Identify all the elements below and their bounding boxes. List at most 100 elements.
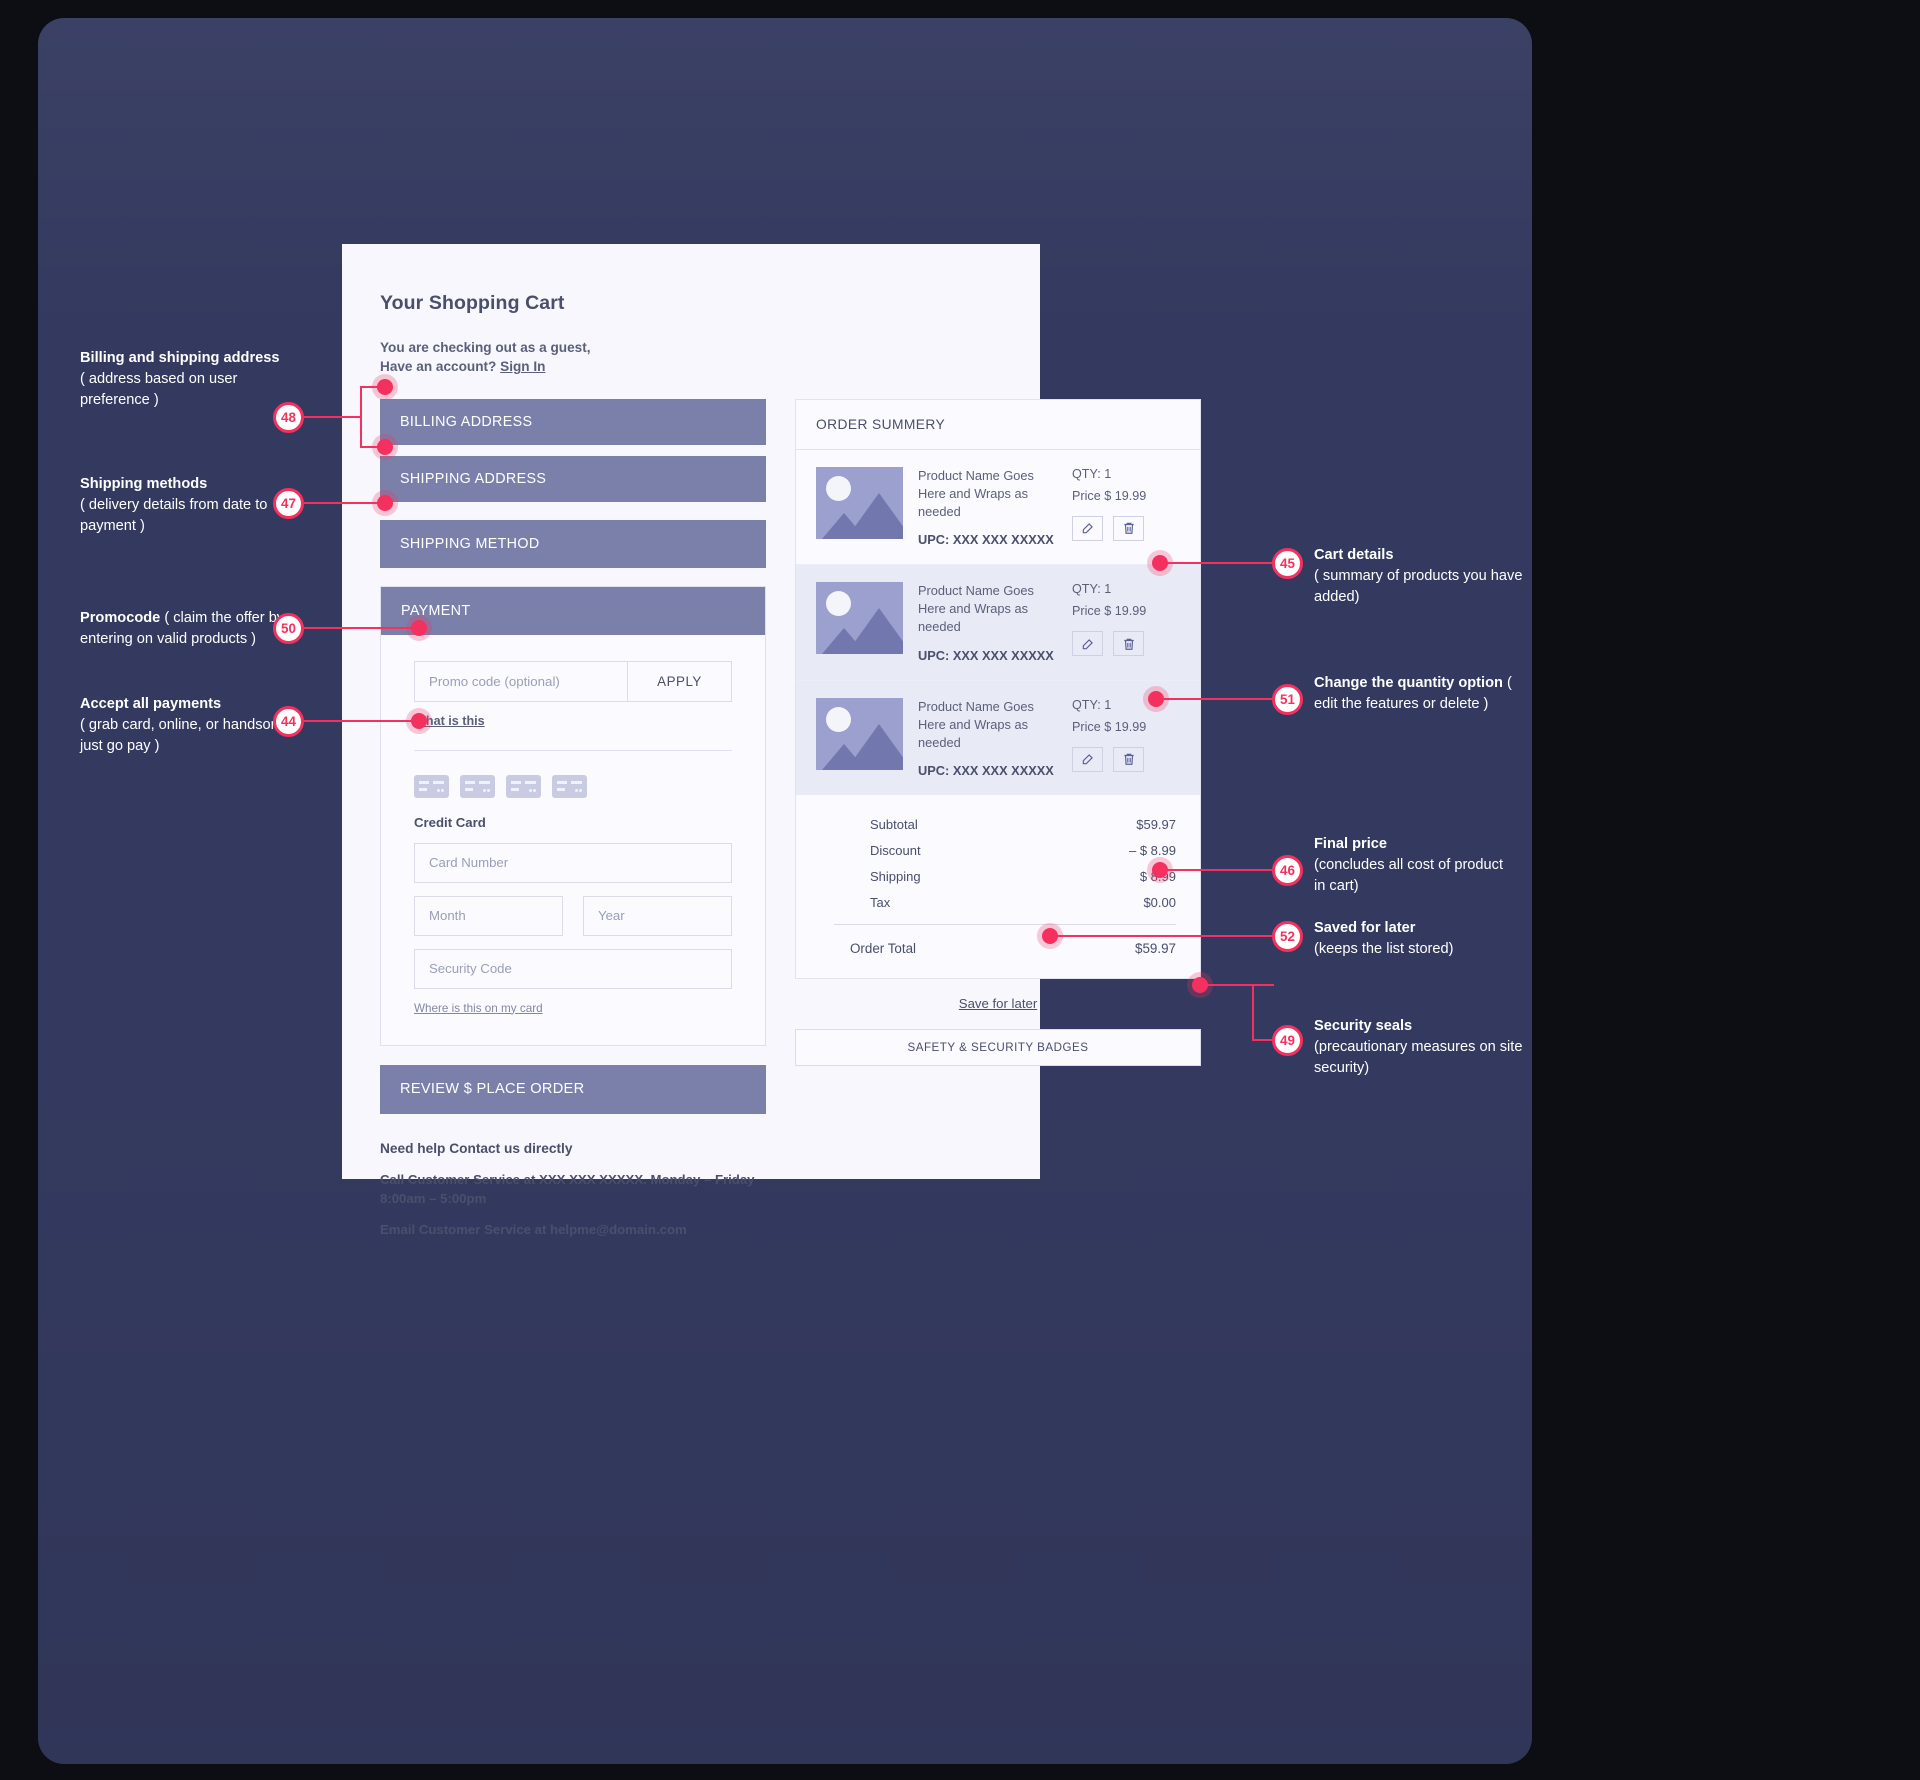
total-value: $ 8.99 [1139,869,1176,884]
leader-line [1160,562,1274,564]
delete-product-button[interactable] [1113,746,1144,772]
divider [834,924,1176,925]
annotation-title: Security seals [1314,1018,1413,1034]
annotation-body: ( summary of products you have added) [1314,568,1523,606]
total-value: $0.00 [1143,895,1176,910]
total-value: $59.97 [1136,817,1176,832]
annotation-badge-51: 51 [1272,684,1303,715]
mountain-icon [846,608,903,655]
page-title: Your Shopping Cart [380,292,565,314]
leader-line [1252,984,1254,1041]
leader-line [1160,869,1274,871]
total-label: Shipping [870,869,921,884]
order-summary-column: ORDER SUMMERY Product Name Goes Here and… [795,398,1201,1239]
delete-product-button[interactable] [1113,631,1144,657]
promo-code-row: APPLY [414,660,732,702]
edit-product-button[interactable] [1072,746,1103,772]
delete-product-button[interactable] [1113,515,1144,541]
annotation-47-text: Shipping methods ( delivery details from … [80,474,295,537]
table-row: Product Name Goes Here and Wraps as need… [796,565,1200,681]
total-value: – $ 8.99 [1129,843,1176,858]
annotation-body: ( delivery details from date to payment … [80,497,268,535]
trash-delete-icon [1123,522,1134,534]
product-image-placeholder [816,697,903,770]
total-label: Tax [870,895,891,910]
promo-code-input[interactable] [414,660,628,702]
annotation-badge-50: 50 [273,613,304,644]
card-number-input[interactable] [414,842,732,883]
trash-delete-icon [1123,638,1134,650]
annotation-badge-46: 46 [1272,855,1303,886]
guest-note-prefix: Have an account? [380,359,501,375]
total-label: Discount [870,843,921,858]
mountain-icon [846,492,903,539]
product-name: Product Name Goes Here and Wraps as need… [918,467,1034,519]
credit-card-brand-icon [506,774,541,798]
annotation-title: Shipping methods [80,476,208,492]
leader-line [304,720,416,722]
product-name: Product Name Goes Here and Wraps as need… [918,698,1034,750]
annotation-badge-48: 48 [273,402,304,433]
annotation-49-text: Security seals (precautionary measures on… [1314,1016,1529,1079]
annotation-badge-45: 45 [1272,548,1303,579]
expiry-year-input[interactable] [583,895,732,936]
save-for-later-link[interactable]: Save for later [959,996,1037,1011]
leader-dot [1042,928,1058,944]
annotation-badge-47: 47 [273,488,304,519]
pencil-edit-icon [1082,754,1093,765]
guest-checkout-note: You are checking out as a guest, Have an… [380,338,1002,377]
leader-dot [377,379,393,395]
edit-product-button[interactable] [1072,515,1103,541]
product-price: Price $ 19.99 [1072,719,1147,734]
annotation-51-text: Change the quantity option ( edit the fe… [1314,673,1529,715]
annotation-title: Saved for later [1314,920,1416,936]
section-payment[interactable]: PAYMENT [381,586,765,635]
annotation-title: Billing and shipping address [80,350,280,366]
where-is-this-on-my-card-link[interactable]: Where is this on my card [414,1002,543,1015]
apply-promo-button[interactable]: APPLY [628,660,732,702]
annotation-badge-49: 49 [1272,1025,1303,1056]
annotation-badge-52: 52 [1272,921,1303,952]
section-shipping-method[interactable]: SHIPPING METHOD [380,519,766,568]
security-code-input[interactable] [414,948,732,989]
product-price: Price $ 19.99 [1072,604,1147,619]
order-summary-heading: ORDER SUMMERY [796,400,1200,450]
leader-line [360,387,362,447]
leader-line [1050,935,1274,937]
help-block: Need help Contact us directly Call Custo… [380,1141,766,1239]
guest-note-line1: You are checking out as a guest, [380,340,591,355]
order-total-row: Order Total $59.97 [816,941,1180,956]
leader-line [1156,698,1274,700]
total-row-subtotal: Subtotal $59.97 [816,817,1180,832]
leader-line [304,416,362,418]
expiry-month-input[interactable] [414,895,563,936]
checkout-left-column: BILLING ADDRESS SHIPPING ADDRESS SHIPPIN… [380,398,766,1239]
annotation-52-text: Saved for later (keeps the list stored) [1314,918,1519,960]
safety-security-badges[interactable]: SAFETY & SECURITY BADGES [795,1029,1201,1066]
order-totals: Subtotal $59.97 Discount – $ 8.99 Shippi… [796,795,1200,956]
annotation-body: ( grab card, online, or handson just go … [80,717,279,755]
order-total-label: Order Total [850,941,916,956]
total-row-discount: Discount – $ 8.99 [816,843,1180,858]
accepted-cards-row [414,774,732,798]
guest-note-line2: Have an account? Sign In [380,357,1002,376]
mountain-icon [846,723,903,770]
review-and-place-order-button[interactable]: REVIEW $ PLACE ORDER [380,1064,766,1114]
edit-product-button[interactable] [1072,631,1103,657]
credit-card-label: Credit Card [414,814,486,830]
leader-dot [377,495,393,511]
leader-line [304,502,384,504]
sign-in-link[interactable]: Sign In [500,359,545,374]
annotation-body: (concludes all cost of product in cart) [1314,857,1504,895]
annotation-badge-44: 44 [273,706,304,737]
product-image-placeholder [816,582,903,655]
annotation-46-text: Final price (concludes all cost of produc… [1314,834,1514,897]
annotation-48-text: Billing and shipping address ( address ba… [80,348,310,411]
annotation-body: ( address based on user preference ) [80,371,238,409]
annotation-title: Change the quantity option [1314,675,1503,691]
annotation-body: (keeps the list stored) [1314,941,1454,958]
leader-dot [1152,862,1168,878]
section-billing-address[interactable]: BILLING ADDRESS [380,398,766,445]
section-shipping-address[interactable]: SHIPPING ADDRESS [380,455,766,502]
product-price: Price $ 19.99 [1072,488,1147,503]
